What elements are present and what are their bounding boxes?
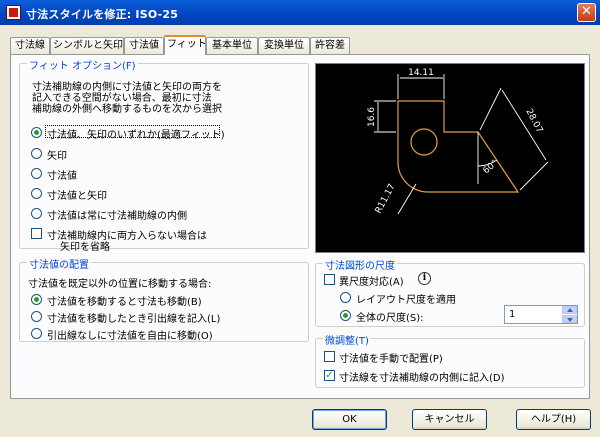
preview-drawing: 14.11 16.6 28.07 60° R11.17: [367, 68, 549, 215]
title-bar[interactable]: 寸法スタイルを修正: ISO-25 ✕: [0, 0, 600, 25]
fine-tuning-group: 微調整(T) 寸法値を手動で配置(P) ✓ 寸法線を寸法補助線の内側に記入(D): [315, 332, 585, 388]
manual-place-checkbox[interactable]: [324, 351, 335, 362]
placement-add-leader-label[interactable]: 寸法値を移動したとき引出線を記入(L): [47, 310, 220, 325]
spin-up-icon[interactable]: [562, 306, 577, 314]
suppress-arrows-label-line2[interactable]: 矢印を省略: [60, 238, 110, 253]
suppress-arrows-checkbox[interactable]: [31, 228, 42, 239]
fit-option-best-fit-label[interactable]: 寸法値、矢印のいずれか(最適フィット): [47, 126, 225, 141]
manual-place-label[interactable]: 寸法値を手動で配置(P): [339, 350, 443, 365]
fit-tab-panel: フィット オプション(F) 寸法補助線の内側に寸法値と矢印の両方を 記入できる空…: [10, 54, 590, 399]
fit-option-arrows-radio[interactable]: [31, 148, 42, 159]
fit-options-group: フィット オプション(F) 寸法補助線の内側に寸法値と矢印の両方を 記入できる空…: [19, 57, 309, 253]
fit-option-arrows-label[interactable]: 矢印: [47, 147, 67, 162]
fit-option-best-fit-radio[interactable]: [31, 127, 42, 138]
close-icon: ✕: [581, 4, 592, 19]
fit-description-line3: 補助線の外側へ移動するものを次から選択: [32, 104, 222, 115]
layout-scale-radio[interactable]: [340, 292, 351, 303]
dim-right-ext-top: [479, 87, 502, 131]
draw-inside-checkbox[interactable]: ✓: [324, 370, 335, 381]
fit-option-text-label[interactable]: 寸法値: [47, 167, 77, 182]
close-button[interactable]: ✕: [577, 3, 596, 22]
annotative-checkbox[interactable]: [324, 274, 335, 285]
window-title: 寸法スタイルを修正: ISO-25: [26, 8, 179, 21]
text-placement-description: 寸法値を既定以外の位置に移動する場合:: [28, 279, 212, 290]
overall-scale-label[interactable]: 全体の尺度(S):: [356, 309, 424, 324]
text-placement-title: 寸法値の配置: [27, 256, 91, 271]
ok-button[interactable]: OK: [312, 409, 387, 430]
preview-hole: [410, 128, 438, 156]
dim-radius-text: R11.17: [374, 182, 398, 215]
spinner-buttons: [562, 306, 577, 323]
fit-option-text-arrows-radio[interactable]: [31, 188, 42, 199]
dim-top-text: 14.11: [408, 68, 434, 78]
text-placement-group: 寸法値の配置 寸法値を既定以外の位置に移動する場合: 寸法値を移動すると寸法も移…: [19, 256, 309, 342]
tab-dimension-lines[interactable]: 寸法線: [10, 37, 50, 54]
placement-no-leader-label[interactable]: 引出線なしに寸法値を自由に移動(O): [47, 327, 213, 342]
layout-scale-label[interactable]: レイアウト尺度を適用: [356, 291, 456, 306]
fit-option-text-inside-label[interactable]: 寸法値は常に寸法補助線の内側: [47, 207, 187, 222]
tab-fit[interactable]: フィット: [164, 35, 207, 55]
overall-scale-value[interactable]: 1: [509, 309, 515, 320]
placement-no-leader-radio[interactable]: [31, 328, 42, 339]
annotative-label[interactable]: 異尺度対応(A): [339, 273, 404, 288]
placement-add-leader-radio[interactable]: [31, 311, 42, 322]
fine-tuning-title: 微調整(T): [323, 332, 371, 347]
info-icon[interactable]: i: [418, 272, 431, 285]
fit-preview: 14.11 16.6 28.07 60° R11.17: [315, 63, 585, 253]
fit-options-title: フィット オプション(F): [27, 57, 138, 72]
fit-option-text-arrows-label[interactable]: 寸法値と矢印: [47, 187, 107, 202]
tab-alternate-units[interactable]: 変換単位: [258, 37, 310, 54]
check-icon: ✓: [325, 370, 334, 381]
scale-group: 寸法図形の尺度 異尺度対応(A) i レイアウト尺度を適用 全体の尺度(S): …: [315, 257, 585, 327]
tab-primary-units[interactable]: 基本単位: [206, 37, 258, 54]
cancel-button[interactable]: キャンセル: [412, 409, 487, 430]
dim-right-ext-bottom: [519, 161, 549, 191]
scale-title: 寸法図形の尺度: [323, 257, 397, 272]
spin-down-icon[interactable]: [562, 315, 577, 323]
dim-radius-leader: [397, 183, 417, 215]
info-glyph: i: [422, 273, 427, 283]
preview-part-outline: [397, 100, 520, 193]
placement-move-dim-label[interactable]: 寸法値を移動すると寸法も移動(B): [47, 293, 202, 308]
dim-right-text: 28.07: [523, 107, 544, 134]
fit-option-text-radio[interactable]: [31, 168, 42, 179]
app-icon: [6, 5, 21, 20]
tab-symbols-arrows[interactable]: シンボルと矢印: [50, 37, 124, 54]
dimension-style-dialog: 寸法スタイルを修正: ISO-25 ✕ 寸法線 シンボルと矢印 寸法値 フィット…: [0, 0, 600, 437]
tab-text[interactable]: 寸法値: [124, 37, 164, 54]
dim-left-text: 16.6: [367, 107, 377, 127]
help-button[interactable]: ヘルプ(H): [516, 409, 591, 430]
fit-option-text-inside-radio[interactable]: [31, 208, 42, 219]
draw-inside-label[interactable]: 寸法線を寸法補助線の内側に記入(D): [339, 369, 505, 384]
overall-scale-radio[interactable]: [340, 310, 351, 321]
tab-tolerances[interactable]: 許容差: [310, 37, 350, 54]
overall-scale-spinner[interactable]: 1: [504, 305, 578, 324]
placement-move-dim-radio[interactable]: [31, 294, 42, 305]
